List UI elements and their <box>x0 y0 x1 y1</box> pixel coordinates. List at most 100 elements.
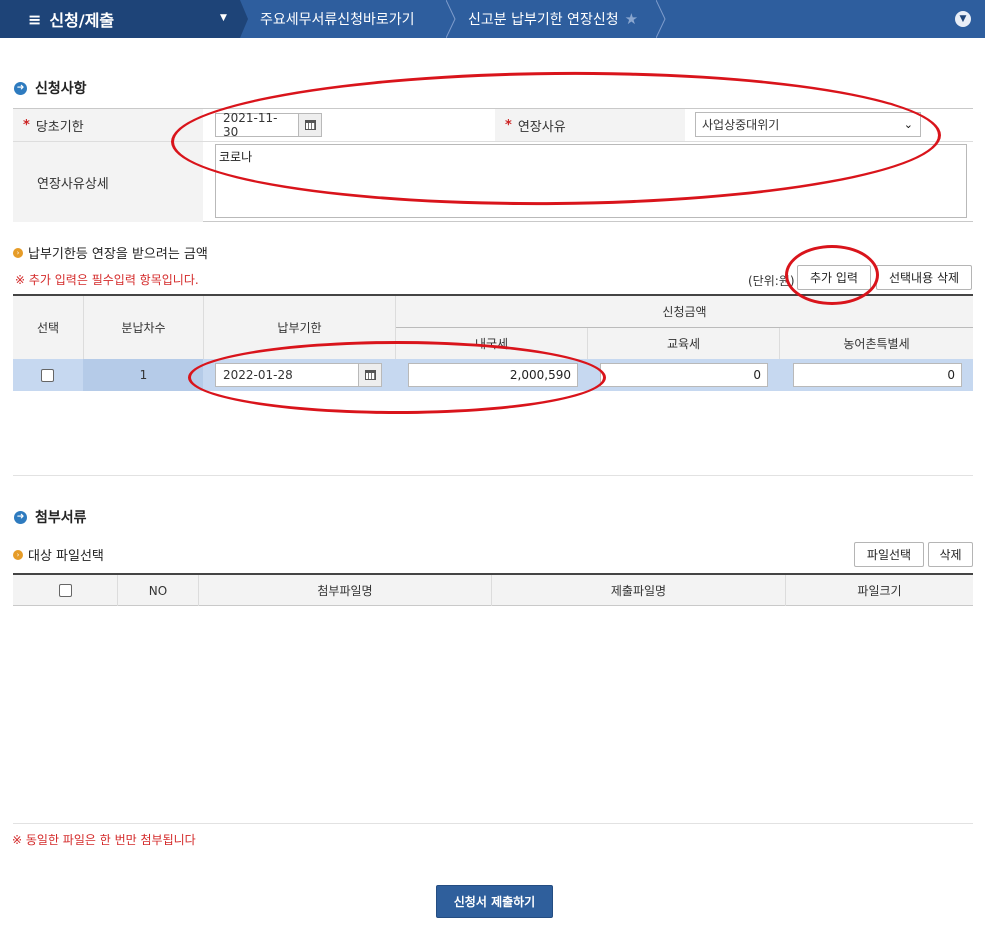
column-divider <box>395 296 396 359</box>
reason-select-value: 사업상중대위기 <box>702 118 780 132</box>
reason-detail-value: 코로나 <box>219 150 253 164</box>
breadcrumb-label-1: 주요세무서류신청바로가기 <box>260 12 415 28</box>
due-date-calendar-button[interactable] <box>298 113 322 137</box>
arrow-circle-icon: › <box>13 549 23 560</box>
attachment-table: NO 첨부파일명 제출파일명 파일크기 <box>13 573 973 606</box>
row-due-date-value: 2022-01-28 <box>223 368 293 382</box>
row-due-date-input[interactable]: 2022-01-28 <box>215 363 359 387</box>
column-divider <box>83 296 84 359</box>
section-divider <box>13 823 973 824</box>
header-education-tax-text: 교육세 <box>666 337 701 351</box>
header-attach-name: 첨부파일명 <box>199 575 491 606</box>
row-installment: 1 <box>139 368 148 382</box>
header-submit-name: 제출파일명 <box>492 575 785 606</box>
attach-note: ※ 동일한 파일은 한 번만 첨부됩니다 <box>12 833 196 847</box>
add-entry-button[interactable]: 추가 입력 <box>797 265 871 290</box>
due-date-input[interactable]: 2021-11-30 <box>215 111 299 139</box>
delete-selected-label: 선택내용 삭제 <box>888 271 960 285</box>
reason-label-text: 연장사유 <box>517 119 566 135</box>
hamburger-icon: ≡ <box>28 9 42 29</box>
submit-application-button[interactable]: 신청서 제출하기 <box>436 885 553 918</box>
expand-down-icon[interactable]: ▼ <box>955 11 971 27</box>
top-navigation: ≡ 신청/제출 ▼ 주요세무서류신청바로가기 신고분 납부기한 연장신청 ★ ▼ <box>0 0 985 38</box>
section-title-attach-label: 첨부서류 <box>35 510 87 526</box>
header-request-amount: 신청금액 <box>396 296 973 327</box>
rural-tax-input[interactable]: 0 <box>793 363 962 387</box>
required-note: ※ 추가 입력은 필수입력 항목입니다. <box>15 273 199 287</box>
header-due: 납부기한 <box>204 296 395 359</box>
domestic-tax-value: 2,000,590 <box>509 368 571 382</box>
breadcrumb-separator-icon <box>656 0 670 38</box>
column-divider <box>587 328 588 359</box>
submit-application-label: 신청서 제출하기 <box>453 895 536 909</box>
header-request-amount-text: 신청금액 <box>662 305 707 319</box>
column-divider <box>779 328 780 359</box>
header-submit-name-text: 제출파일명 <box>610 584 667 598</box>
row-due-date-calendar-button[interactable] <box>358 363 382 387</box>
breadcrumb-separator-icon <box>240 0 254 38</box>
arrow-circle-icon: ➜ <box>14 81 27 95</box>
breadcrumb-link-1[interactable]: 주요세무서류신청바로가기 <box>260 0 415 38</box>
section-divider <box>13 475 973 476</box>
menu-button[interactable]: ≡ 신청/제출 ▼ <box>0 0 240 38</box>
detail-label: 연장사유상세 <box>13 142 203 222</box>
select-all-checkbox[interactable] <box>58 584 72 597</box>
header-installment-text: 분납차수 <box>121 321 166 335</box>
header-select: 선택 <box>13 296 83 359</box>
domestic-tax-input[interactable]: 2,000,590 <box>408 363 578 387</box>
education-tax-value: 0 <box>753 368 761 382</box>
column-divider <box>203 296 204 359</box>
amount-subtitle: › 납부기한등 연장을 받으려는 금액 <box>13 243 208 262</box>
reason-detail-textarea[interactable]: 코로나 <box>215 144 967 218</box>
calendar-icon <box>364 370 376 380</box>
attach-subtitle-text: 대상 파일선택 <box>28 549 104 564</box>
rural-tax-value: 0 <box>947 368 955 382</box>
header-select-all <box>13 575 117 606</box>
header-rural-tax-text: 농어촌특별세 <box>843 337 910 351</box>
breadcrumb-label-2: 신고분 납부기한 연장신청 <box>468 12 619 28</box>
section-title-apply-label: 신청사항 <box>35 81 87 97</box>
header-domestic-tax: 내국세 <box>396 328 587 359</box>
calendar-icon <box>304 120 316 130</box>
header-attach-name-text: 첨부파일명 <box>317 584 373 598</box>
unit-label: (단위:원) <box>748 274 795 288</box>
arrow-circle-icon: ➜ <box>14 510 27 524</box>
header-size-text: 파일크기 <box>857 584 902 598</box>
header-domestic-tax-text: 내국세 <box>474 337 509 351</box>
header-no: NO <box>118 575 198 606</box>
file-select-button[interactable]: 파일선택 <box>854 542 924 567</box>
required-mark: * <box>23 117 30 133</box>
header-due-text: 납부기한 <box>277 321 322 335</box>
caret-down-icon: ▼ <box>220 13 227 23</box>
required-mark: * <box>505 117 512 133</box>
header-installment: 분납차수 <box>84 296 203 359</box>
reason-select[interactable]: 사업상중대위기 ⌄ <box>695 112 921 137</box>
detail-label-text: 연장사유상세 <box>37 176 109 192</box>
file-delete-button[interactable]: 삭제 <box>928 542 973 567</box>
chevron-down-icon: ⌄ <box>903 118 913 131</box>
breadcrumb-current[interactable]: 신고분 납부기한 연장신청 ★ <box>468 0 638 38</box>
breadcrumb-separator-icon <box>446 0 460 38</box>
header-education-tax: 교육세 <box>588 328 779 359</box>
attach-subtitle: › 대상 파일선택 <box>13 545 104 564</box>
delete-selected-button[interactable]: 선택내용 삭제 <box>876 265 972 290</box>
due-label: * 당초기한 <box>13 109 203 141</box>
section-title-attach: ➜ 첨부서류 <box>14 507 87 527</box>
due-date-value: 2021-11-30 <box>223 111 278 139</box>
education-tax-input[interactable]: 0 <box>600 363 768 387</box>
amount-subtitle-text: 납부기한등 연장을 받으려는 금액 <box>28 247 208 262</box>
due-label-text: 당초기한 <box>35 119 84 135</box>
add-entry-label: 추가 입력 <box>810 271 858 285</box>
section-title-apply: ➜ 신청사항 <box>14 78 87 98</box>
star-icon[interactable]: ★ <box>625 10 638 28</box>
row-checkbox[interactable] <box>41 369 54 382</box>
header-rural-tax: 농어촌특별세 <box>780 328 973 359</box>
header-size: 파일크기 <box>786 575 973 606</box>
header-no-text: NO <box>148 583 168 598</box>
menu-title: 신청/제출 <box>49 11 115 30</box>
arrow-circle-icon: › <box>13 247 23 258</box>
reason-label: * 연장사유 <box>495 109 685 141</box>
header-select-text: 선택 <box>36 321 60 335</box>
file-select-label: 파일선택 <box>866 548 912 562</box>
file-delete-label: 삭제 <box>939 548 962 562</box>
